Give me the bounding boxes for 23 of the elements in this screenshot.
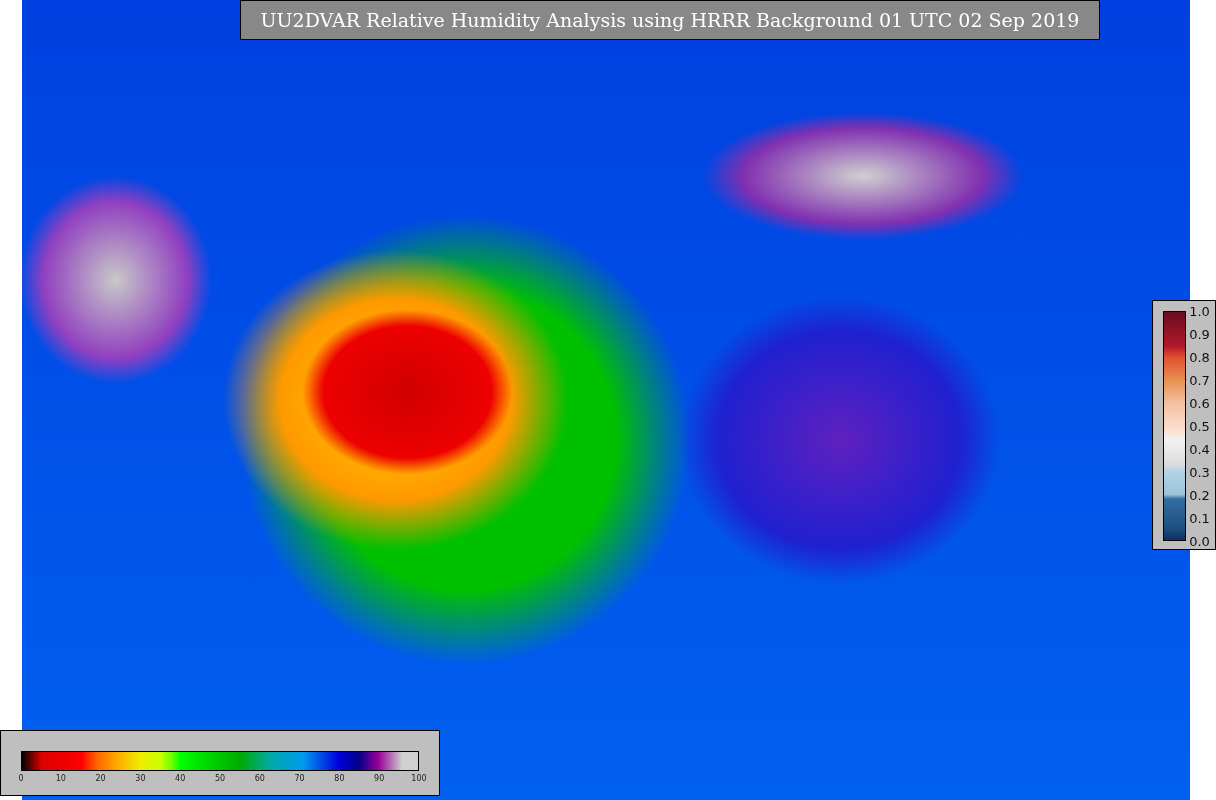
tick-label: 0.1 [1189,510,1210,526]
tick-label: 0.7 [1189,372,1210,388]
tick-label: 0.2 [1189,487,1210,503]
tick-label: 0.6 [1189,395,1210,411]
tick-label: 0.4 [1189,441,1210,457]
tick-label: 80 [334,774,345,783]
tick-label: 60 [254,774,265,783]
tick-label: 70 [294,774,305,783]
tick-label: 10 [55,774,66,783]
tick-label: 0.9 [1189,326,1210,342]
tick-label: 50 [214,774,226,783]
tick-label: 40 [175,774,186,783]
tick-label: 30 [135,774,146,783]
tick-label: 1.0 [1189,303,1210,319]
tick-label: 20 [95,774,106,783]
tick-label: 0.0 [1189,533,1210,549]
tick-label: 0.8 [1189,349,1210,365]
tick-label: 0.3 [1189,464,1210,480]
map-title: UU2DVAR Relative Humidity Analysis using HRRR Background 01 UTC 02 Sep 2019 [240,0,1100,40]
tick-label: 0.5 [1189,418,1210,434]
tick-label: 0 [18,774,24,783]
tick-label: 90 [374,774,385,783]
tick-label: 100 [411,774,427,783]
